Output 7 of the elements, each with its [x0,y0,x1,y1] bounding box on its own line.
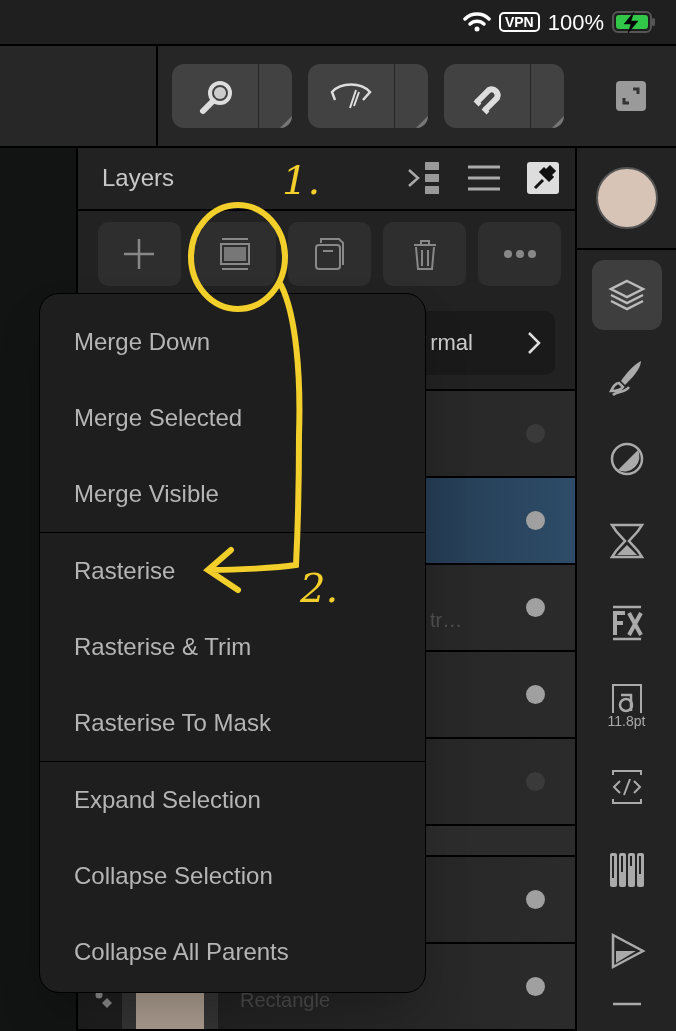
font-size-label: 11.8pt [607,713,646,729]
annotation-label: 2. [300,564,339,613]
panel-title: Layers [102,163,175,194]
battery-percentage: 100% [547,8,604,37]
vpn-badge: VPN [498,12,540,32]
annotation-label: 1. [282,156,321,205]
blend-mode-value: rmal [430,329,473,358]
